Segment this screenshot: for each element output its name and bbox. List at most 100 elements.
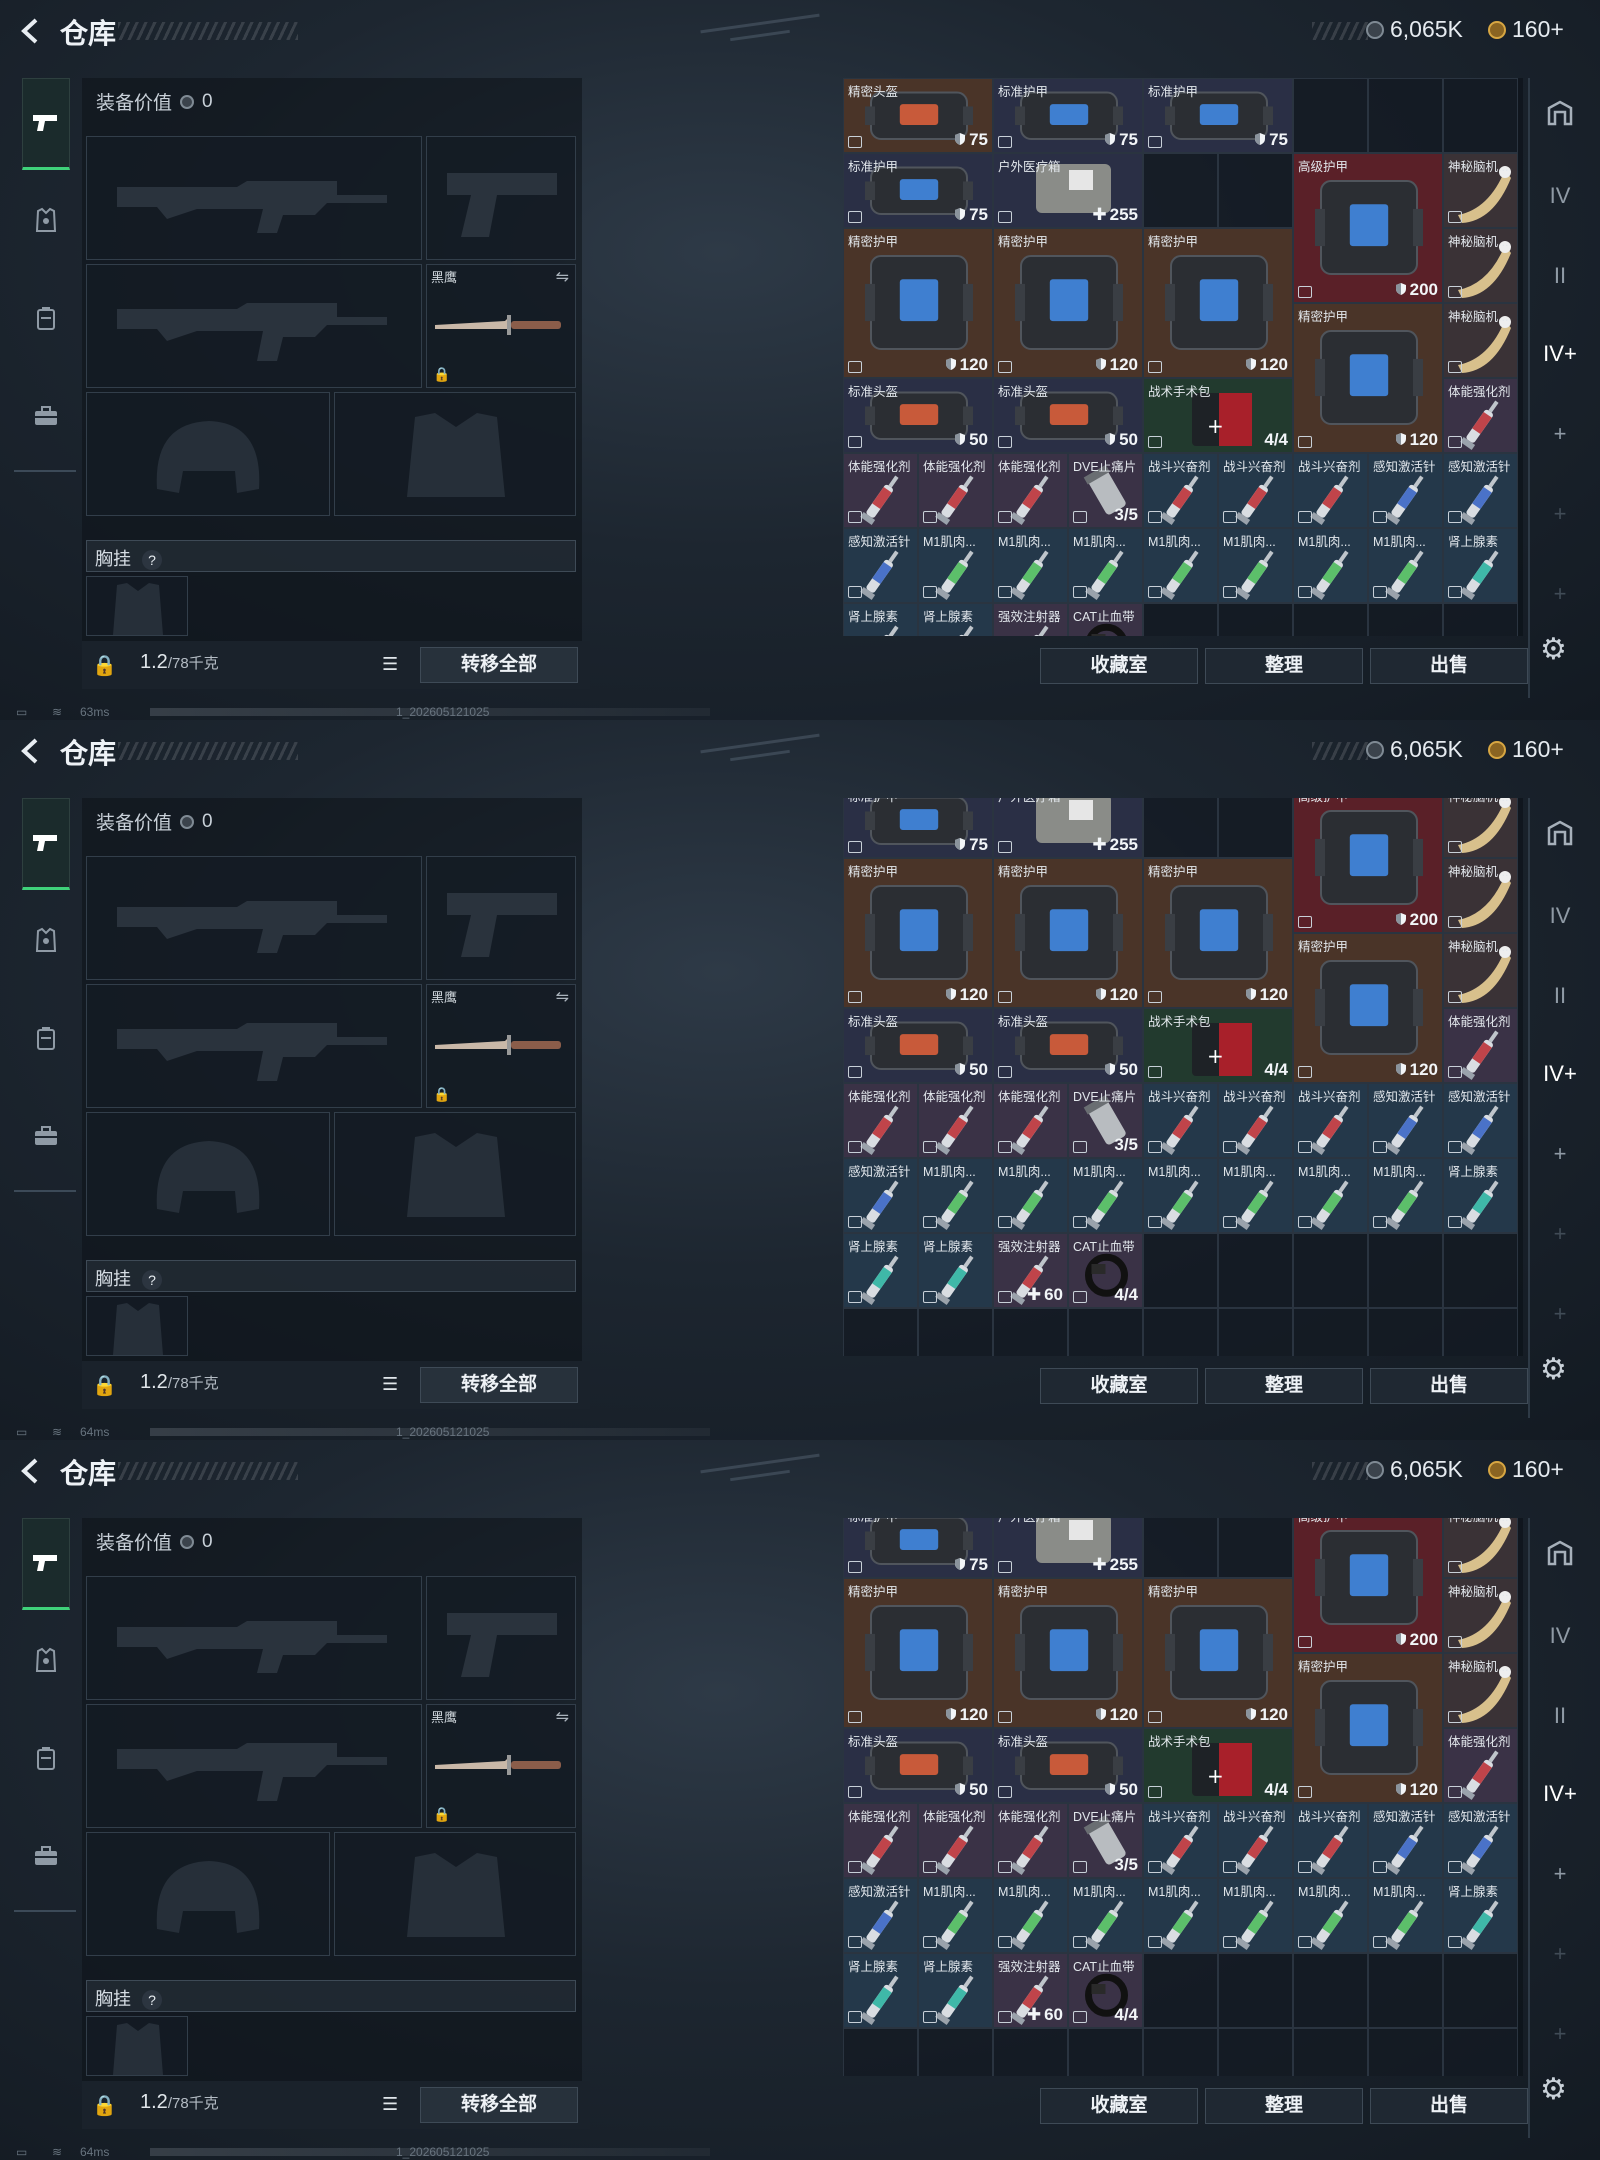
list-view-icon[interactable]: ☰ (382, 653, 404, 675)
stash-grid-panel[interactable]: 精密头盔75 标准护甲75 标准护甲75 标准护甲75 户外医疗箱✚255 高级… (843, 78, 1523, 636)
stash-item[interactable]: 高级护甲 200 (1293, 1518, 1443, 1653)
nav-rig-tab[interactable] (22, 294, 70, 342)
stash-item[interactable]: CAT止血带 4/4 (1068, 1953, 1143, 2028)
pistol-slot[interactable] (426, 856, 576, 980)
stash-item[interactable]: DVE止痛片 3/5 (1068, 453, 1143, 528)
stash-item[interactable]: 神秘脑机... (1443, 798, 1518, 858)
stash-item[interactable]: 战斗兴奋剂 (1293, 1803, 1368, 1878)
stash-item[interactable]: 体能强化剂 (1443, 1008, 1518, 1083)
primary-weapon-slot[interactable] (86, 1576, 422, 1700)
melee-slot[interactable]: 黑鹰 ⇋ 🔒 (426, 984, 576, 1108)
help-icon[interactable]: ? (142, 1990, 163, 2010)
stash-item[interactable]: 肾上腺素 (1443, 528, 1518, 603)
stash-item[interactable]: 神秘脑机... (1443, 303, 1518, 378)
stash-item[interactable]: 战斗兴奋剂 (1143, 1083, 1218, 1158)
stash-item[interactable]: 感知激活针 (1443, 453, 1518, 528)
empty-slot[interactable] (1293, 78, 1368, 153)
chest-rig-bar[interactable]: 胸挂 ? (86, 540, 576, 572)
settings-gear-icon[interactable]: ⚙ (1540, 1352, 1567, 1387)
back-arrow-icon[interactable] (14, 734, 48, 768)
stash-item[interactable]: M1肌肉... (1068, 1878, 1143, 1953)
empty-slot[interactable] (1143, 1518, 1218, 1578)
stash-item[interactable]: M1肌肉... (1143, 528, 1218, 603)
vault-button[interactable]: 收藏室 (1040, 1368, 1198, 1404)
stash-item[interactable]: 精密护甲 120 (1143, 228, 1293, 378)
gold-currency[interactable]: 160+ (1488, 1456, 1564, 1483)
empty-slot[interactable] (1443, 603, 1518, 636)
empty-slot[interactable] (1143, 603, 1218, 636)
add-page-icon[interactable]: + (1542, 1856, 1578, 1892)
empty-slot[interactable] (1218, 1518, 1293, 1578)
transfer-all-button[interactable]: 转移全部 (420, 1367, 578, 1403)
empty-slot[interactable] (1368, 2028, 1443, 2076)
lock-icon[interactable]: 🔒 (92, 1373, 117, 1398)
empty-slot[interactable] (1443, 1953, 1518, 2028)
stash-page-2-icon[interactable]: IV (1542, 898, 1578, 934)
back-arrow-icon[interactable] (14, 14, 48, 48)
stash-page-2-icon[interactable]: IV (1542, 178, 1578, 214)
stash-page-1-icon[interactable] (1542, 1538, 1578, 1574)
add-page-icon[interactable]: + (1542, 1136, 1578, 1172)
stash-item[interactable]: 体能强化剂 (918, 1803, 993, 1878)
empty-slot[interactable] (1443, 2028, 1518, 2076)
stash-grid-panel[interactable]: 精密头盔75 标准护甲75 标准护甲75 标准护甲75 户外医疗箱✚255 高级… (843, 1518, 1523, 2076)
armor-slot[interactable] (334, 1832, 576, 1956)
add-page-icon[interactable]: + (1542, 416, 1578, 452)
stash-item[interactable]: 肾上腺素 (1443, 1158, 1518, 1233)
stash-item[interactable]: 标准护甲 75 (843, 798, 993, 858)
chest-rig-slot[interactable] (86, 2016, 188, 2076)
stash-item[interactable]: 肾上腺素 (918, 1233, 993, 1308)
lock-icon[interactable]: 🔒 (92, 653, 117, 678)
helmet-slot[interactable] (86, 1112, 330, 1236)
helmet-slot[interactable] (86, 1832, 330, 1956)
stash-item[interactable]: 精密护甲 120 (843, 1578, 993, 1728)
stash-item[interactable]: 标准头盔 50 (993, 378, 1143, 453)
stash-item[interactable]: 标准头盔 50 (843, 1728, 993, 1803)
armor-slot[interactable] (334, 392, 576, 516)
stash-item[interactable]: 精密护甲 120 (993, 1578, 1143, 1728)
transfer-all-button[interactable]: 转移全部 (420, 2087, 578, 2123)
empty-slot[interactable] (918, 2028, 993, 2076)
empty-slot[interactable] (1368, 1233, 1443, 1308)
stash-page-add-icon[interactable]: IV+ (1542, 336, 1578, 372)
sell-button[interactable]: 出售 (1370, 1368, 1528, 1404)
vault-button[interactable]: 收藏室 (1040, 648, 1198, 684)
stash-page-add-icon[interactable]: IV+ (1542, 1056, 1578, 1092)
stash-item[interactable]: 户外医疗箱 ✚255 (993, 153, 1143, 228)
stash-item[interactable]: 体能强化剂 (843, 453, 918, 528)
nav-armor-tab[interactable] (22, 916, 70, 964)
stash-item[interactable]: 精密头盔 75 (843, 78, 993, 153)
stash-item[interactable]: M1肌肉... (1293, 1158, 1368, 1233)
gold-currency[interactable]: 160+ (1488, 16, 1564, 43)
empty-slot[interactable] (1218, 798, 1293, 858)
lock-icon[interactable]: 🔒 (92, 2093, 117, 2118)
nav-rig-tab[interactable] (22, 1014, 70, 1062)
stash-item[interactable]: 体能强化剂 (1443, 378, 1518, 453)
empty-slot[interactable] (1218, 153, 1293, 228)
stash-item[interactable]: 肾上腺素 (843, 1233, 918, 1308)
stash-item[interactable]: 神秘脑机... (1443, 153, 1518, 228)
stash-item[interactable]: M1肌肉... (1368, 1878, 1443, 1953)
stash-item[interactable]: 战斗兴奋剂 (1143, 1803, 1218, 1878)
empty-slot[interactable] (1443, 1308, 1518, 1356)
chest-rig-slot[interactable] (86, 576, 188, 636)
stash-item[interactable]: 标准护甲 75 (843, 1518, 993, 1578)
stash-item[interactable]: 感知激活针 (1443, 1803, 1518, 1878)
stash-item[interactable]: 神秘脑机... (1443, 1518, 1518, 1578)
stash-item[interactable]: 体能强化剂 (918, 1083, 993, 1158)
stash-item[interactable]: 肾上腺素 (843, 603, 918, 636)
stash-item[interactable]: 精密护甲 120 (1293, 303, 1443, 453)
nav-weapons-tab[interactable] (22, 1518, 70, 1610)
secondary-weapon-slot[interactable] (86, 264, 422, 388)
stash-page-1-icon[interactable] (1542, 818, 1578, 854)
stash-item[interactable]: 标准护甲 75 (843, 153, 993, 228)
stash-item[interactable]: 体能强化剂 (993, 1803, 1068, 1878)
stash-item[interactable]: CAT止血带 4/4 (1068, 1233, 1143, 1308)
transfer-all-button[interactable]: 转移全部 (420, 647, 578, 683)
empty-slot[interactable] (1293, 1308, 1368, 1356)
stash-item[interactable]: M1肌肉... (1143, 1878, 1218, 1953)
stash-item[interactable]: + 战术手术包 4/4 (1143, 1728, 1293, 1803)
secondary-weapon-slot[interactable] (86, 1704, 422, 1828)
empty-slot[interactable] (1218, 1233, 1293, 1308)
vault-button[interactable]: 收藏室 (1040, 2088, 1198, 2124)
